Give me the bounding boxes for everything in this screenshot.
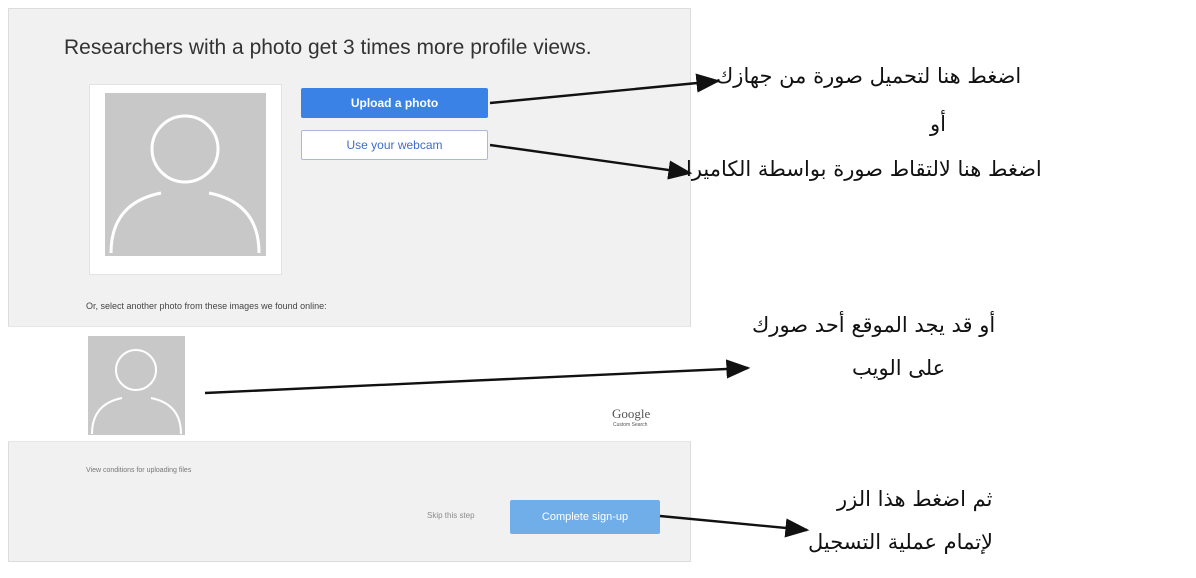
arrow-online-photo [204,359,751,395]
annotation-web-line2: على الويب [852,356,946,380]
annotation-webcam: اضغط هنا لالتقاط صورة بواسطة الكاميرا [686,157,1042,181]
annotation-complete-line1: ثم اضغط هذا الزر [837,487,993,511]
arrow-upload [489,73,721,105]
annotation-or: أو [930,112,946,136]
annotation-upload: اضغط هنا لتحميل صورة من جهازك [716,64,1022,88]
annotation-complete-line2: لإتمام عملية التسجيل [808,530,994,554]
arrow-webcam [489,143,693,180]
annotation-web-line1: أو قد يجد الموقع أحد صورك [752,313,996,337]
arrow-complete [659,514,810,538]
